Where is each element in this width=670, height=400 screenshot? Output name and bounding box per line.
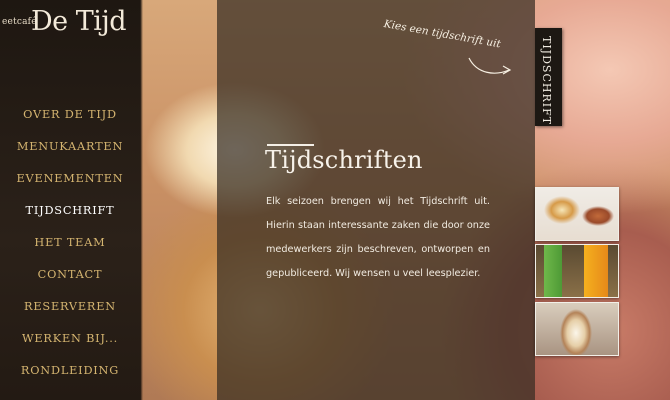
curved-arrow-icon (468, 57, 512, 75)
nav-item-reserveren: RESERVEREN (0, 294, 140, 326)
nav-item-contact: CONTACT (0, 262, 140, 294)
thumb-drinks[interactable] (535, 244, 619, 298)
nav-link-het-team[interactable]: HET TEAM (34, 236, 105, 249)
thumb-coffee[interactable] (535, 302, 619, 356)
nav-item-menukaarten: MENUKAARTEN (0, 134, 140, 166)
tijdschrift-tab[interactable]: TIJDSCHRIFT (535, 28, 562, 126)
intro-text: Elk seizoen brengen wij het Tijdschrift … (266, 196, 490, 279)
nav-item-tijdschrift: TIJDSCHRIFT (0, 198, 140, 230)
sidebar: eetcafé De Tijd OVER DE TIJD MENUKAARTEN… (0, 0, 143, 400)
nav-item-het-team: HET TEAM (0, 230, 140, 262)
tijdschrift-tab-label: TIJDSCHRIFT (540, 36, 553, 126)
nav-item-werken-bij: WERKEN BIJ... (0, 326, 140, 358)
nav-link-reserveren[interactable]: RESERVEREN (24, 300, 116, 313)
nav-link-contact[interactable]: CONTACT (38, 268, 103, 281)
nav-item-rondleiding: RONDLEIDING (0, 358, 140, 390)
choose-magazine-hint: Kies een tijdschrift uit (382, 18, 502, 51)
thumb-desserts[interactable] (535, 187, 619, 241)
logo[interactable]: eetcafé De Tijd (0, 4, 140, 46)
nav-link-tijdschrift[interactable]: TIJDSCHRIFT (26, 204, 115, 217)
page-title: Tijdschriften (265, 146, 423, 174)
nav-item-evenementen: EVENEMENTEN (0, 166, 140, 198)
nav-link-menukaarten[interactable]: MENUKAARTEN (17, 140, 123, 153)
main-nav: OVER DE TIJD MENUKAARTEN EVENEMENTEN TIJ… (0, 102, 140, 390)
nav-link-evenementen[interactable]: EVENEMENTEN (17, 172, 124, 185)
content-panel: Kies een tijdschrift uit Tijdschriften E… (217, 0, 535, 400)
logo-name: De Tijd (31, 6, 127, 37)
nav-item-over-de-tijd: OVER DE TIJD (0, 102, 140, 134)
nav-link-rondleiding[interactable]: RONDLEIDING (21, 364, 119, 377)
nav-link-over-de-tijd[interactable]: OVER DE TIJD (23, 108, 117, 121)
nav-link-werken-bij[interactable]: WERKEN BIJ... (22, 332, 118, 345)
